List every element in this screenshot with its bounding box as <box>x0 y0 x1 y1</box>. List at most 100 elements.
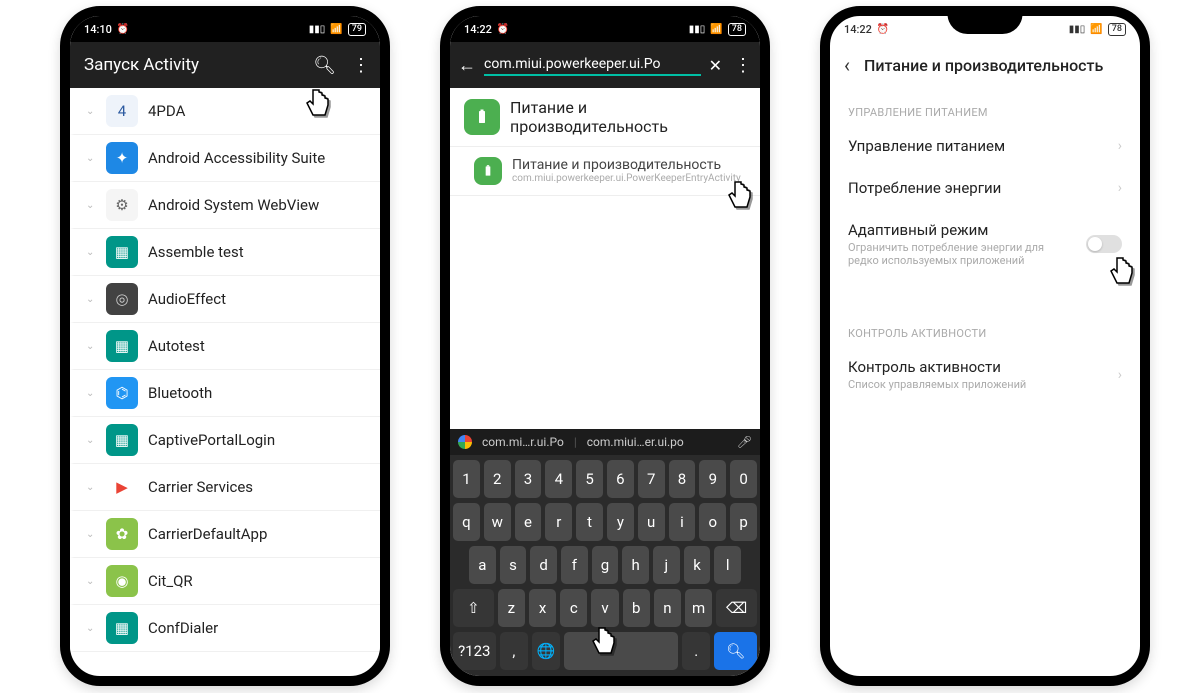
row-power-consumption[interactable]: Потребление энергии › <box>830 167 1140 209</box>
app-icon: ▦ <box>106 424 138 456</box>
key-shift[interactable]: ⇧ <box>453 589 494 627</box>
key[interactable]: 5 <box>576 460 603 498</box>
app-label: Carrier Services <box>148 478 253 496</box>
key[interactable]: 9 <box>699 460 726 498</box>
app-icon: ▶ <box>106 471 138 503</box>
key[interactable]: 3 <box>515 460 542 498</box>
key-numbers[interactable]: ?123 <box>453 632 496 670</box>
chevron-down-icon: ⌄ <box>86 294 96 305</box>
list-item[interactable]: ⌄ 4 4PDA <box>70 88 380 135</box>
list-item[interactable]: ⌄ ◉ Cit_QR <box>70 558 380 605</box>
list-item[interactable]: ⌄ ⌬ Bluetooth <box>70 370 380 417</box>
key[interactable]: 7 <box>638 460 665 498</box>
list-item[interactable]: ⌄ ✿ CarrierDefaultApp <box>70 511 380 558</box>
back-icon[interactable]: ← <box>458 55 476 76</box>
key[interactable]: v <box>591 589 618 627</box>
chevron-down-icon: ⌄ <box>86 247 96 258</box>
key[interactable]: f <box>561 546 588 584</box>
activity-path: com.miui.powerkeeper.ui.PowerKeeperEntry… <box>512 173 741 185</box>
app-icon: ◉ <box>106 565 138 597</box>
list-item[interactable]: ⌄ ▦ CaptivePortalLogin <box>70 417 380 464</box>
app-label: Assemble test <box>148 243 244 261</box>
key[interactable]: s <box>500 546 527 584</box>
alarm-icon: ⏰ <box>497 24 509 35</box>
search-header: ← com.miui.powerkeeper.ui.Po ✕ ⋮ <box>450 42 760 88</box>
key[interactable]: d <box>530 546 557 584</box>
key[interactable]: z <box>498 589 525 627</box>
key[interactable]: j <box>653 546 680 584</box>
key[interactable]: x <box>529 589 556 627</box>
key[interactable]: 6 <box>607 460 634 498</box>
key[interactable]: h <box>622 546 649 584</box>
key-space[interactable] <box>564 632 678 670</box>
key-backspace[interactable]: ⌫ <box>716 589 757 627</box>
app-icon: ⚙ <box>106 189 138 221</box>
back-icon[interactable]: ‹ <box>844 53 850 77</box>
key[interactable]: r <box>545 503 572 541</box>
header-title: Питание и производительность <box>864 56 1103 75</box>
result-parent[interactable]: Питание и производительность <box>450 88 760 147</box>
key[interactable]: t <box>576 503 603 541</box>
key[interactable]: q <box>453 503 480 541</box>
suggestion[interactable]: com.mi…r.ui.Po <box>482 435 564 449</box>
battery-icon: 78 <box>728 23 746 36</box>
overflow-icon[interactable]: ⋮ <box>734 55 752 76</box>
key[interactable]: a <box>469 546 496 584</box>
key-search[interactable]: 🔍︎ <box>714 632 757 670</box>
key[interactable]: w <box>484 503 511 541</box>
row-activity-control[interactable]: Контроль активности Список управляемых п… <box>830 346 1140 403</box>
wifi-icon: 📶 <box>1090 24 1102 35</box>
signal-icon: ▮▮▯ <box>309 24 326 35</box>
key-language[interactable]: 🌐 <box>532 632 560 670</box>
key[interactable]: 8 <box>669 460 696 498</box>
list-item[interactable]: ⌄ ▦ Assemble test <box>70 229 380 276</box>
key[interactable]: 1 <box>453 460 480 498</box>
keyboard[interactable]: com.mi…r.ui.Po | com.miui…er.ui.po 🎤︎ 12… <box>450 429 760 676</box>
key[interactable]: l <box>714 546 741 584</box>
clear-icon[interactable]: ✕ <box>709 56 722 75</box>
key[interactable]: y <box>607 503 634 541</box>
mic-icon[interactable]: 🎤︎ <box>737 435 752 449</box>
list-item[interactable]: ⌄ ⚙ Android System WebView <box>70 182 380 229</box>
chevron-down-icon: ⌄ <box>86 529 96 540</box>
key[interactable]: m <box>685 589 712 627</box>
signal-icon: ▮▮▯ <box>1069 24 1086 35</box>
key[interactable]: n <box>654 589 681 627</box>
app-icon: ▦ <box>106 612 138 644</box>
key[interactable]: 4 <box>545 460 572 498</box>
signal-icon: ▮▮▯ <box>689 24 706 35</box>
key[interactable]: i <box>669 503 696 541</box>
alarm-icon: ⏰ <box>117 24 129 35</box>
overflow-icon[interactable]: ⋮ <box>352 55 370 76</box>
list-item[interactable]: ⌄ ◎ AudioEffect <box>70 276 380 323</box>
list-item[interactable]: ⌄ ▦ Autotest <box>70 323 380 370</box>
key[interactable]: k <box>684 546 711 584</box>
key[interactable]: e <box>515 503 542 541</box>
result-activity[interactable]: Питание и производительность com.miui.po… <box>450 147 760 196</box>
search-icon[interactable]: 🔍︎ <box>313 55 336 76</box>
list-item[interactable]: ⌄ ▦ ConfDialer <box>70 605 380 652</box>
key[interactable]: p <box>730 503 757 541</box>
suggestion[interactable]: com.miui…er.ui.po <box>587 435 684 449</box>
app-list[interactable]: ⌄ 4 4PDA⌄ ✦ Android Accessibility Suite⌄… <box>70 88 380 652</box>
list-item[interactable]: ⌄ ✦ Android Accessibility Suite <box>70 135 380 182</box>
key[interactable]: 2 <box>484 460 511 498</box>
key-period[interactable]: . <box>682 632 710 670</box>
row-adaptive-mode[interactable]: Адаптивный режим Ограничить потребление … <box>830 209 1140 279</box>
key[interactable]: u <box>638 503 665 541</box>
key[interactable]: g <box>592 546 619 584</box>
key[interactable]: o <box>699 503 726 541</box>
app-label: ConfDialer <box>148 619 218 637</box>
app-label: Autotest <box>148 337 205 355</box>
key-comma[interactable]: , <box>500 632 528 670</box>
list-item[interactable]: ⌄ ▶ Carrier Services <box>70 464 380 511</box>
battery-icon <box>474 157 502 185</box>
toggle-adaptive[interactable] <box>1086 235 1122 253</box>
key[interactable]: b <box>623 589 650 627</box>
wifi-icon: 📶 <box>710 24 722 35</box>
key[interactable]: c <box>560 589 587 627</box>
battery-icon: 79 <box>348 23 366 36</box>
row-power-management[interactable]: Управление питанием › <box>830 125 1140 167</box>
key[interactable]: 0 <box>730 460 757 498</box>
search-input[interactable]: com.miui.powerkeeper.ui.Po <box>484 54 701 76</box>
